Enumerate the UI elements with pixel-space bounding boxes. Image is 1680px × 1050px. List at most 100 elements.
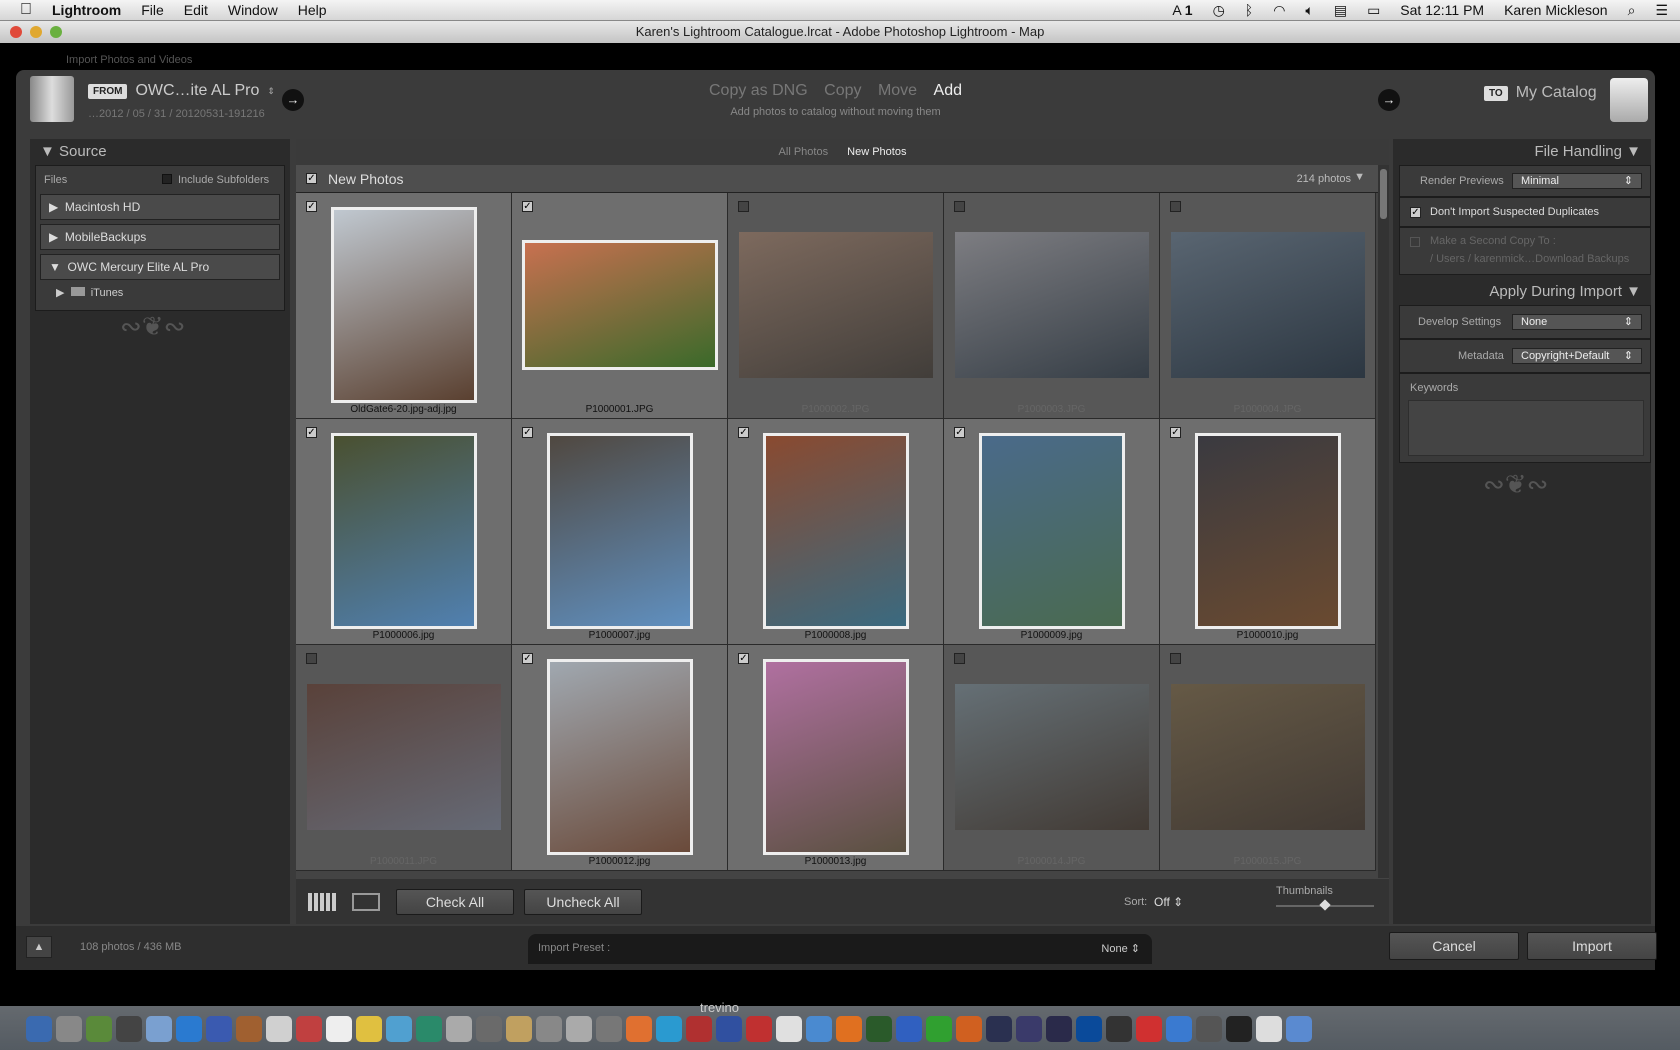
photo-checkbox[interactable]: ✓ (522, 427, 533, 438)
dock-app-icon[interactable] (1256, 1016, 1282, 1042)
photo-thumbnail[interactable] (547, 659, 693, 855)
dock-app-icon[interactable] (686, 1016, 712, 1042)
photo-checkbox[interactable] (1170, 653, 1181, 664)
dock-app-icon[interactable] (776, 1016, 802, 1042)
photo-thumbnail[interactable] (522, 240, 718, 370)
photo-checkbox[interactable]: ✓ (306, 201, 317, 212)
dock-app-icon[interactable] (446, 1016, 472, 1042)
dock-app-icon[interactable] (986, 1016, 1012, 1042)
photo-cell[interactable]: P1000002.JPG (728, 193, 944, 419)
close-button[interactable] (10, 26, 22, 38)
menu-help[interactable]: Help (298, 2, 327, 18)
dock-app-icon[interactable] (416, 1016, 442, 1042)
dock-app-icon[interactable] (476, 1016, 502, 1042)
tab-all-photos[interactable]: All Photos (779, 146, 829, 158)
photo-checkbox[interactable] (954, 653, 965, 664)
photo-cell[interactable]: ✓ P1000012.jpg (512, 645, 728, 871)
volume-macintosh-hd[interactable]: ▶ Macintosh HD (40, 194, 280, 220)
photo-checkbox[interactable] (1170, 201, 1181, 212)
dock-app-icon[interactable] (596, 1016, 622, 1042)
dock-app-icon[interactable] (386, 1016, 412, 1042)
clock[interactable]: Sat 12:11 PM (1400, 2, 1484, 18)
metadata-select[interactable]: Copyright+Default ⇕ (1512, 348, 1642, 364)
volume-mobilebackups[interactable]: ▶ MobileBackups (40, 224, 280, 250)
dock-app-icon[interactable] (656, 1016, 682, 1042)
dock-app-icon[interactable] (236, 1016, 262, 1042)
dock-app-icon[interactable] (746, 1016, 772, 1042)
menu-window[interactable]: Window (228, 2, 278, 18)
photo-checkbox[interactable]: ✓ (1170, 427, 1181, 438)
battery-icon[interactable]: ▭ (1367, 2, 1380, 19)
dock-app-icon[interactable] (86, 1016, 112, 1042)
thumbnail-slider[interactable] (1276, 899, 1374, 911)
photo-cell[interactable]: ✓ OldGate6-20.jpg-adj.jpg (296, 193, 512, 419)
photo-cell[interactable]: P1000003.JPG (944, 193, 1160, 419)
photo-checkbox[interactable] (738, 201, 749, 212)
photo-cell[interactable]: ✓ P1000001.JPG (512, 193, 728, 419)
dock-app-icon[interactable] (956, 1016, 982, 1042)
photo-cell[interactable]: P1000011.JPG (296, 645, 512, 871)
volume-icon[interactable]: 🔈︎ (1305, 2, 1313, 19)
dock-app-icon[interactable] (806, 1016, 832, 1042)
dock-app-icon[interactable] (1136, 1016, 1162, 1042)
photo-cell[interactable]: ✓ P1000007.jpg (512, 419, 728, 645)
dock-app-icon[interactable] (1016, 1016, 1042, 1042)
photo-checkbox[interactable]: ✓ (306, 427, 317, 438)
spotlight-icon[interactable]: ⌕ (1628, 2, 1636, 19)
dock-app-icon[interactable] (866, 1016, 892, 1042)
dock-app-icon[interactable] (26, 1016, 52, 1042)
slider-knob[interactable] (1319, 899, 1331, 911)
zoom-button[interactable] (50, 26, 62, 38)
photo-thumbnail[interactable] (955, 684, 1149, 830)
dock-app-icon[interactable] (1286, 1016, 1312, 1042)
dock-app-icon[interactable] (626, 1016, 652, 1042)
photo-cell[interactable]: P1000014.JPG (944, 645, 1160, 871)
tab-new-photos[interactable]: New Photos (847, 146, 906, 158)
dock-app-icon[interactable] (116, 1016, 142, 1042)
timemachine-icon[interactable]: ◷ (1213, 2, 1225, 19)
photo-cell[interactable]: P1000004.JPG (1160, 193, 1376, 419)
photo-checkbox[interactable]: ✓ (738, 427, 749, 438)
dock-app-icon[interactable] (1076, 1016, 1102, 1042)
menu-edit[interactable]: Edit (184, 2, 208, 18)
dock-app-icon[interactable] (926, 1016, 952, 1042)
grid-scrollbar[interactable] (1378, 165, 1389, 878)
adobe-status-icon[interactable]: A 1 (1172, 2, 1192, 18)
mode-copy-dng[interactable]: Copy as DNG (709, 82, 808, 99)
photo-thumbnail[interactable] (331, 433, 477, 629)
include-subfolders-checkbox[interactable] (162, 174, 172, 184)
photo-thumbnail[interactable] (739, 232, 933, 378)
dock-app-icon[interactable] (1046, 1016, 1072, 1042)
expand-up-button[interactable]: ▲ (26, 936, 52, 958)
keywords-input[interactable] (1408, 400, 1644, 456)
bluetooth-icon[interactable]: ᛒ (1245, 2, 1253, 18)
cancel-button[interactable]: Cancel (1389, 932, 1519, 960)
photo-cell[interactable]: ✓ P1000010.jpg (1160, 419, 1376, 645)
photo-checkbox[interactable]: ✓ (738, 653, 749, 664)
source-header[interactable]: ▼ Source (40, 143, 107, 160)
user-name[interactable]: Karen Mickleson (1504, 2, 1608, 18)
photo-checkbox[interactable]: ✓ (954, 427, 965, 438)
dock-app-icon[interactable] (506, 1016, 532, 1042)
sort-select[interactable]: Off ⇕ (1154, 895, 1183, 909)
dock-app-icon[interactable] (1196, 1016, 1222, 1042)
dock-app-icon[interactable] (566, 1016, 592, 1042)
apply-header[interactable]: Apply During Import ▼ (1489, 283, 1641, 300)
menu-file[interactable]: File (141, 2, 164, 18)
photo-thumbnail[interactable] (1171, 684, 1365, 830)
photo-thumbnail[interactable] (979, 433, 1125, 629)
photo-thumbnail[interactable] (1195, 433, 1341, 629)
minimize-button[interactable] (30, 26, 42, 38)
dock-app-icon[interactable] (896, 1016, 922, 1042)
flag-icon[interactable]: ▤ (1334, 2, 1347, 19)
dock-app-icon[interactable] (206, 1016, 232, 1042)
photo-thumbnail[interactable] (547, 433, 693, 629)
photo-thumbnail[interactable] (763, 433, 909, 629)
photo-thumbnail[interactable] (955, 232, 1149, 378)
photo-checkbox[interactable] (954, 201, 965, 212)
photo-cell[interactable]: ✓ P1000013.jpg (728, 645, 944, 871)
notification-icon[interactable]: ☰ (1655, 2, 1668, 19)
section-checkbox[interactable]: ✓ (306, 173, 317, 184)
volume-owc[interactable]: ▼ OWC Mercury Elite AL Pro (40, 254, 280, 280)
develop-select[interactable]: None ⇕ (1512, 314, 1642, 330)
